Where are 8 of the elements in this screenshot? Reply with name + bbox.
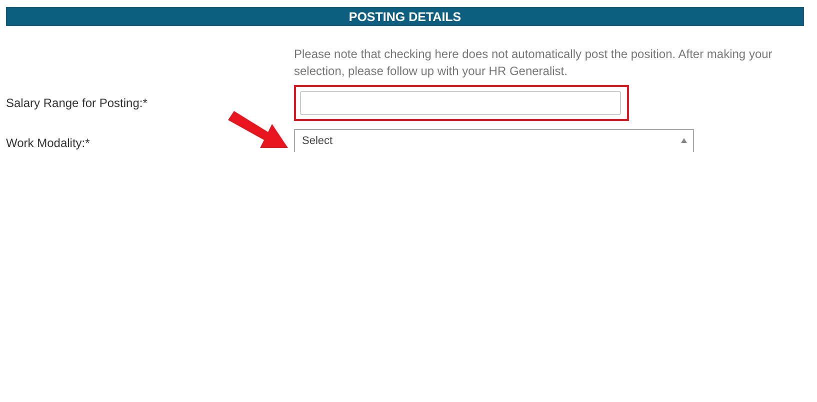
field-label: Salary Range for Posting:* (6, 96, 148, 110)
section-header: POSTING DETAILS (6, 7, 804, 26)
caret-icon (681, 138, 687, 143)
note-text: Please note that checking here does not automatically post the position. After making your selection, please follow up with your HR Generalist. (294, 46, 774, 80)
field-label: Work Modality:* (6, 136, 91, 150)
work-modality-select[interactable]: Select (294, 129, 694, 152)
arrow-annotation (226, 110, 290, 150)
salary-input-field[interactable] (300, 91, 621, 115)
